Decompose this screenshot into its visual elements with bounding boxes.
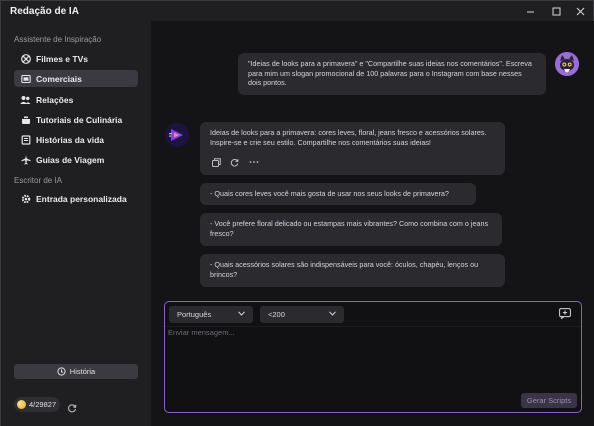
airplane-icon	[20, 154, 31, 165]
sidebar-item-viagem[interactable]: Guias de Viagem	[14, 151, 138, 168]
refresh-icon[interactable]	[67, 400, 77, 418]
maximize-icon	[552, 7, 560, 15]
length-value: <200	[268, 310, 285, 319]
megaphone-icon	[20, 73, 31, 84]
chat-panel: "Ideias de looks para a primavera" e "Co…	[151, 21, 594, 426]
chevron-down-icon	[329, 311, 336, 316]
add-script-icon[interactable]	[559, 308, 571, 319]
chevron-down-icon	[238, 311, 245, 316]
message-input[interactable]: Enviar mensagem...	[168, 328, 235, 337]
suggestion-chip[interactable]: - Quais cores leves você mais gosta de u…	[200, 183, 476, 205]
sidebar-item-label: Entrada personalizada	[36, 193, 127, 204]
section-label-inspiration: Assistente de Inspiração	[14, 35, 102, 44]
sidebar-item-culinaria[interactable]: Tutoriais de Culinária	[14, 111, 138, 128]
sidebar-item-label: Tutoriais de Culinária	[36, 114, 123, 125]
window-title: Redação de IA	[10, 5, 79, 17]
suggestion-chip[interactable]: - Quais acessórios solares são indispens…	[200, 254, 505, 287]
ai-message-text: Ideias de looks para a primavera: cores …	[210, 128, 487, 147]
ai-message-bubble: Ideias de looks para a primavera: cores …	[200, 122, 505, 175]
ai-avatar	[165, 123, 189, 147]
section-label-writer: Escritor de IA	[14, 176, 63, 185]
sidebar-item-label: Comerciais	[36, 73, 82, 84]
minimize-icon	[526, 11, 534, 12]
close-icon	[576, 7, 584, 15]
sidebar-item-comerciais[interactable]: Comerciais	[14, 70, 138, 87]
coin-icon	[17, 400, 26, 409]
ai-play-logo-icon	[169, 129, 183, 141]
maximize-button[interactable]	[543, 1, 569, 21]
clock-history-icon	[57, 367, 66, 376]
sidebar-item-historias[interactable]: Histórias da vida	[14, 131, 138, 148]
sidebar-item-label: Filmes e TVs	[36, 53, 88, 64]
user-message-bubble: "Ideias de looks para a primavera" e "Co…	[238, 53, 546, 95]
close-button[interactable]	[567, 1, 593, 21]
gear-icon	[20, 193, 31, 204]
language-value: Português	[177, 310, 212, 319]
language-select[interactable]: Português	[169, 306, 253, 323]
sidebar-item-label: Guias de Viagem	[36, 154, 105, 165]
more-options-icon[interactable]	[249, 159, 259, 165]
message-composer: Português <200 Enviar mensagem... Gerar …	[164, 301, 582, 413]
history-button[interactable]: História	[14, 364, 138, 379]
film-reel-icon	[20, 53, 31, 64]
sidebar-item-label: Histórias da vida	[36, 134, 105, 145]
user-message-text: "Ideias de looks para a primavera" e "Co…	[248, 59, 532, 87]
history-label: História	[69, 367, 96, 376]
book-icon	[20, 134, 31, 145]
copy-icon[interactable]	[212, 158, 221, 167]
cat-avatar-icon	[555, 52, 579, 76]
suggestion-text: - Quais acessórios solares são indispens…	[210, 260, 479, 279]
generate-scripts-button[interactable]: Gerar Scripts	[521, 393, 577, 408]
people-icon	[20, 94, 31, 105]
sidebar-item-label: Relações	[36, 94, 74, 105]
suggestion-text: - Você prefere floral delicado ou estamp…	[210, 219, 489, 238]
user-avatar	[555, 52, 579, 76]
app-window: Redação de IA Assistente de Inspiração F…	[0, 0, 594, 426]
suggestion-chip[interactable]: - Você prefere floral delicado ou estamp…	[200, 213, 502, 246]
composer-divider	[165, 326, 581, 327]
title-bar: Redação de IA	[1, 1, 593, 21]
sidebar-item-filmes[interactable]: Filmes e TVs	[14, 50, 138, 67]
sidebar-item-custom-input[interactable]: Entrada personalizada	[14, 190, 138, 207]
regenerate-icon[interactable]	[230, 158, 239, 167]
sidebar: Assistente de Inspiração Filmes e TVs Co…	[1, 21, 151, 426]
minimize-button[interactable]	[517, 1, 543, 21]
cooking-icon	[20, 114, 31, 125]
credits-count: 4/29827	[29, 400, 57, 409]
suggestion-text: - Quais cores leves você mais gosta de u…	[210, 189, 449, 199]
sidebar-item-relacoes[interactable]: Relações	[14, 91, 138, 108]
credits-badge: 4/29827	[14, 397, 61, 412]
length-select[interactable]: <200	[260, 306, 344, 323]
